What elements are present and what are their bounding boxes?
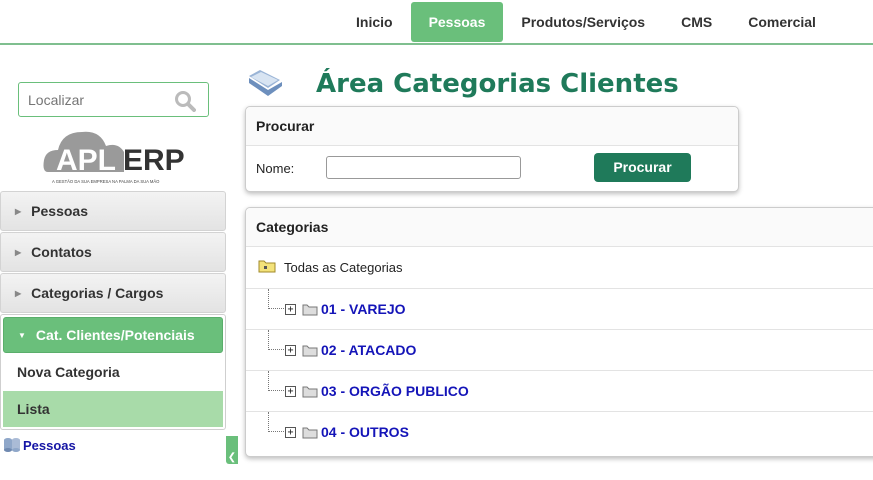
collapse-sidebar-handle[interactable]: ❮ (226, 436, 238, 464)
expand-icon[interactable]: + (285, 427, 296, 438)
sidebar-subitem-lista[interactable]: Lista (3, 391, 223, 427)
procurar-panel-header: Procurar (246, 107, 738, 146)
sidebar-item-categorias-cargos[interactable]: ▶ Categorias / Cargos (0, 273, 226, 313)
chevron-right-icon: ▶ (15, 206, 22, 216)
top-nav: Inicio Pessoas Produtos/Serviços CMS Com… (338, 2, 834, 42)
procurar-button[interactable]: Procurar (594, 153, 691, 182)
sidebar-item-label: Cat. Clientes/Potenciais (35, 327, 195, 343)
tree-item-varejo: + 01 - VAREJO (246, 289, 873, 330)
folder-icon (246, 66, 284, 103)
folder-icon (302, 384, 318, 403)
sidebar: ▶ Pessoas ▶ Contatos ▶ Categorias / Carg… (0, 191, 226, 430)
procurar-panel: Procurar Nome: Procurar (245, 106, 739, 192)
sidebar-item-pessoas[interactable]: ▶ Pessoas (0, 191, 226, 231)
tree-item-label[interactable]: 03 - ORGÃO PUBLICO (321, 383, 469, 399)
folder-icon (302, 302, 318, 321)
footer-link-pessoas[interactable]: Pessoas (3, 437, 76, 453)
chevron-right-icon: ▶ (15, 288, 22, 298)
categorias-panel-header: Categorias (246, 208, 873, 247)
tree-item-outros: + 04 - OUTROS (246, 412, 873, 453)
page-title: Área Categorias Clientes (316, 69, 679, 99)
logo-tagline: A GESTÃO DA SUA EMPRESA NA PALMA DA SUA … (52, 179, 160, 184)
sidebar-group-cat-clientes: ▼ Cat. Clientes/Potenciais Nova Categori… (0, 314, 226, 430)
database-icon (4, 438, 20, 452)
expand-icon[interactable]: + (285, 345, 296, 356)
apl-erp-logo: APL ERP A GESTÃO DA SUA EMPRESA NA PALMA… (40, 122, 190, 188)
expand-icon[interactable]: + (285, 304, 296, 315)
folder-icon (258, 259, 276, 276)
name-input[interactable] (326, 156, 521, 179)
footer-link-label: Pessoas (23, 437, 76, 453)
tree-root-label: Todas as Categorias (284, 260, 403, 275)
search-box (18, 82, 209, 117)
nav-pessoas[interactable]: Pessoas (410, 2, 504, 42)
tree-item-orgao-publico: + 03 - ORGÃO PUBLICO (246, 371, 873, 412)
sidebar-subitem-nova-categoria[interactable]: Nova Categoria (3, 354, 223, 390)
sidebar-item-label: Contatos (31, 244, 92, 260)
sidebar-item-cat-clientes-potenciais[interactable]: ▼ Cat. Clientes/Potenciais (3, 317, 223, 353)
logo-text-erp: ERP (123, 144, 185, 177)
name-label: Nome: (256, 161, 295, 176)
tree-item-atacado: + 02 - ATACADO (246, 330, 873, 371)
chevron-down-icon: ▼ (18, 330, 26, 340)
sidebar-item-contatos[interactable]: ▶ Contatos (0, 232, 226, 272)
folder-icon (302, 343, 318, 362)
sidebar-item-label: Categorias / Cargos (31, 285, 164, 301)
tree-item-label[interactable]: 04 - OUTROS (321, 424, 409, 440)
logo-text-apl: APL (56, 144, 116, 177)
categorias-panel: Categorias Todas as Categorias + 01 - VA… (245, 207, 873, 457)
expand-icon[interactable]: + (285, 386, 296, 397)
chevron-right-icon: ▶ (15, 247, 22, 257)
nav-comercial[interactable]: Comercial (730, 2, 834, 42)
nav-cms[interactable]: CMS (663, 2, 730, 42)
search-input[interactable] (19, 83, 169, 116)
tree-item-label[interactable]: 02 - ATACADO (321, 342, 416, 358)
nav-inicio[interactable]: Inicio (338, 2, 411, 42)
search-icon[interactable] (174, 90, 196, 117)
nav-produtos-servicos[interactable]: Produtos/Serviços (503, 2, 663, 42)
tree-item-label[interactable]: 01 - VAREJO (321, 301, 406, 317)
top-bar: Inicio Pessoas Produtos/Serviços CMS Com… (0, 0, 873, 45)
folder-icon (302, 425, 318, 444)
sidebar-item-label: Pessoas (31, 203, 88, 219)
tree-root[interactable]: Todas as Categorias (246, 247, 873, 289)
chevron-left-icon: ❮ (227, 452, 237, 463)
